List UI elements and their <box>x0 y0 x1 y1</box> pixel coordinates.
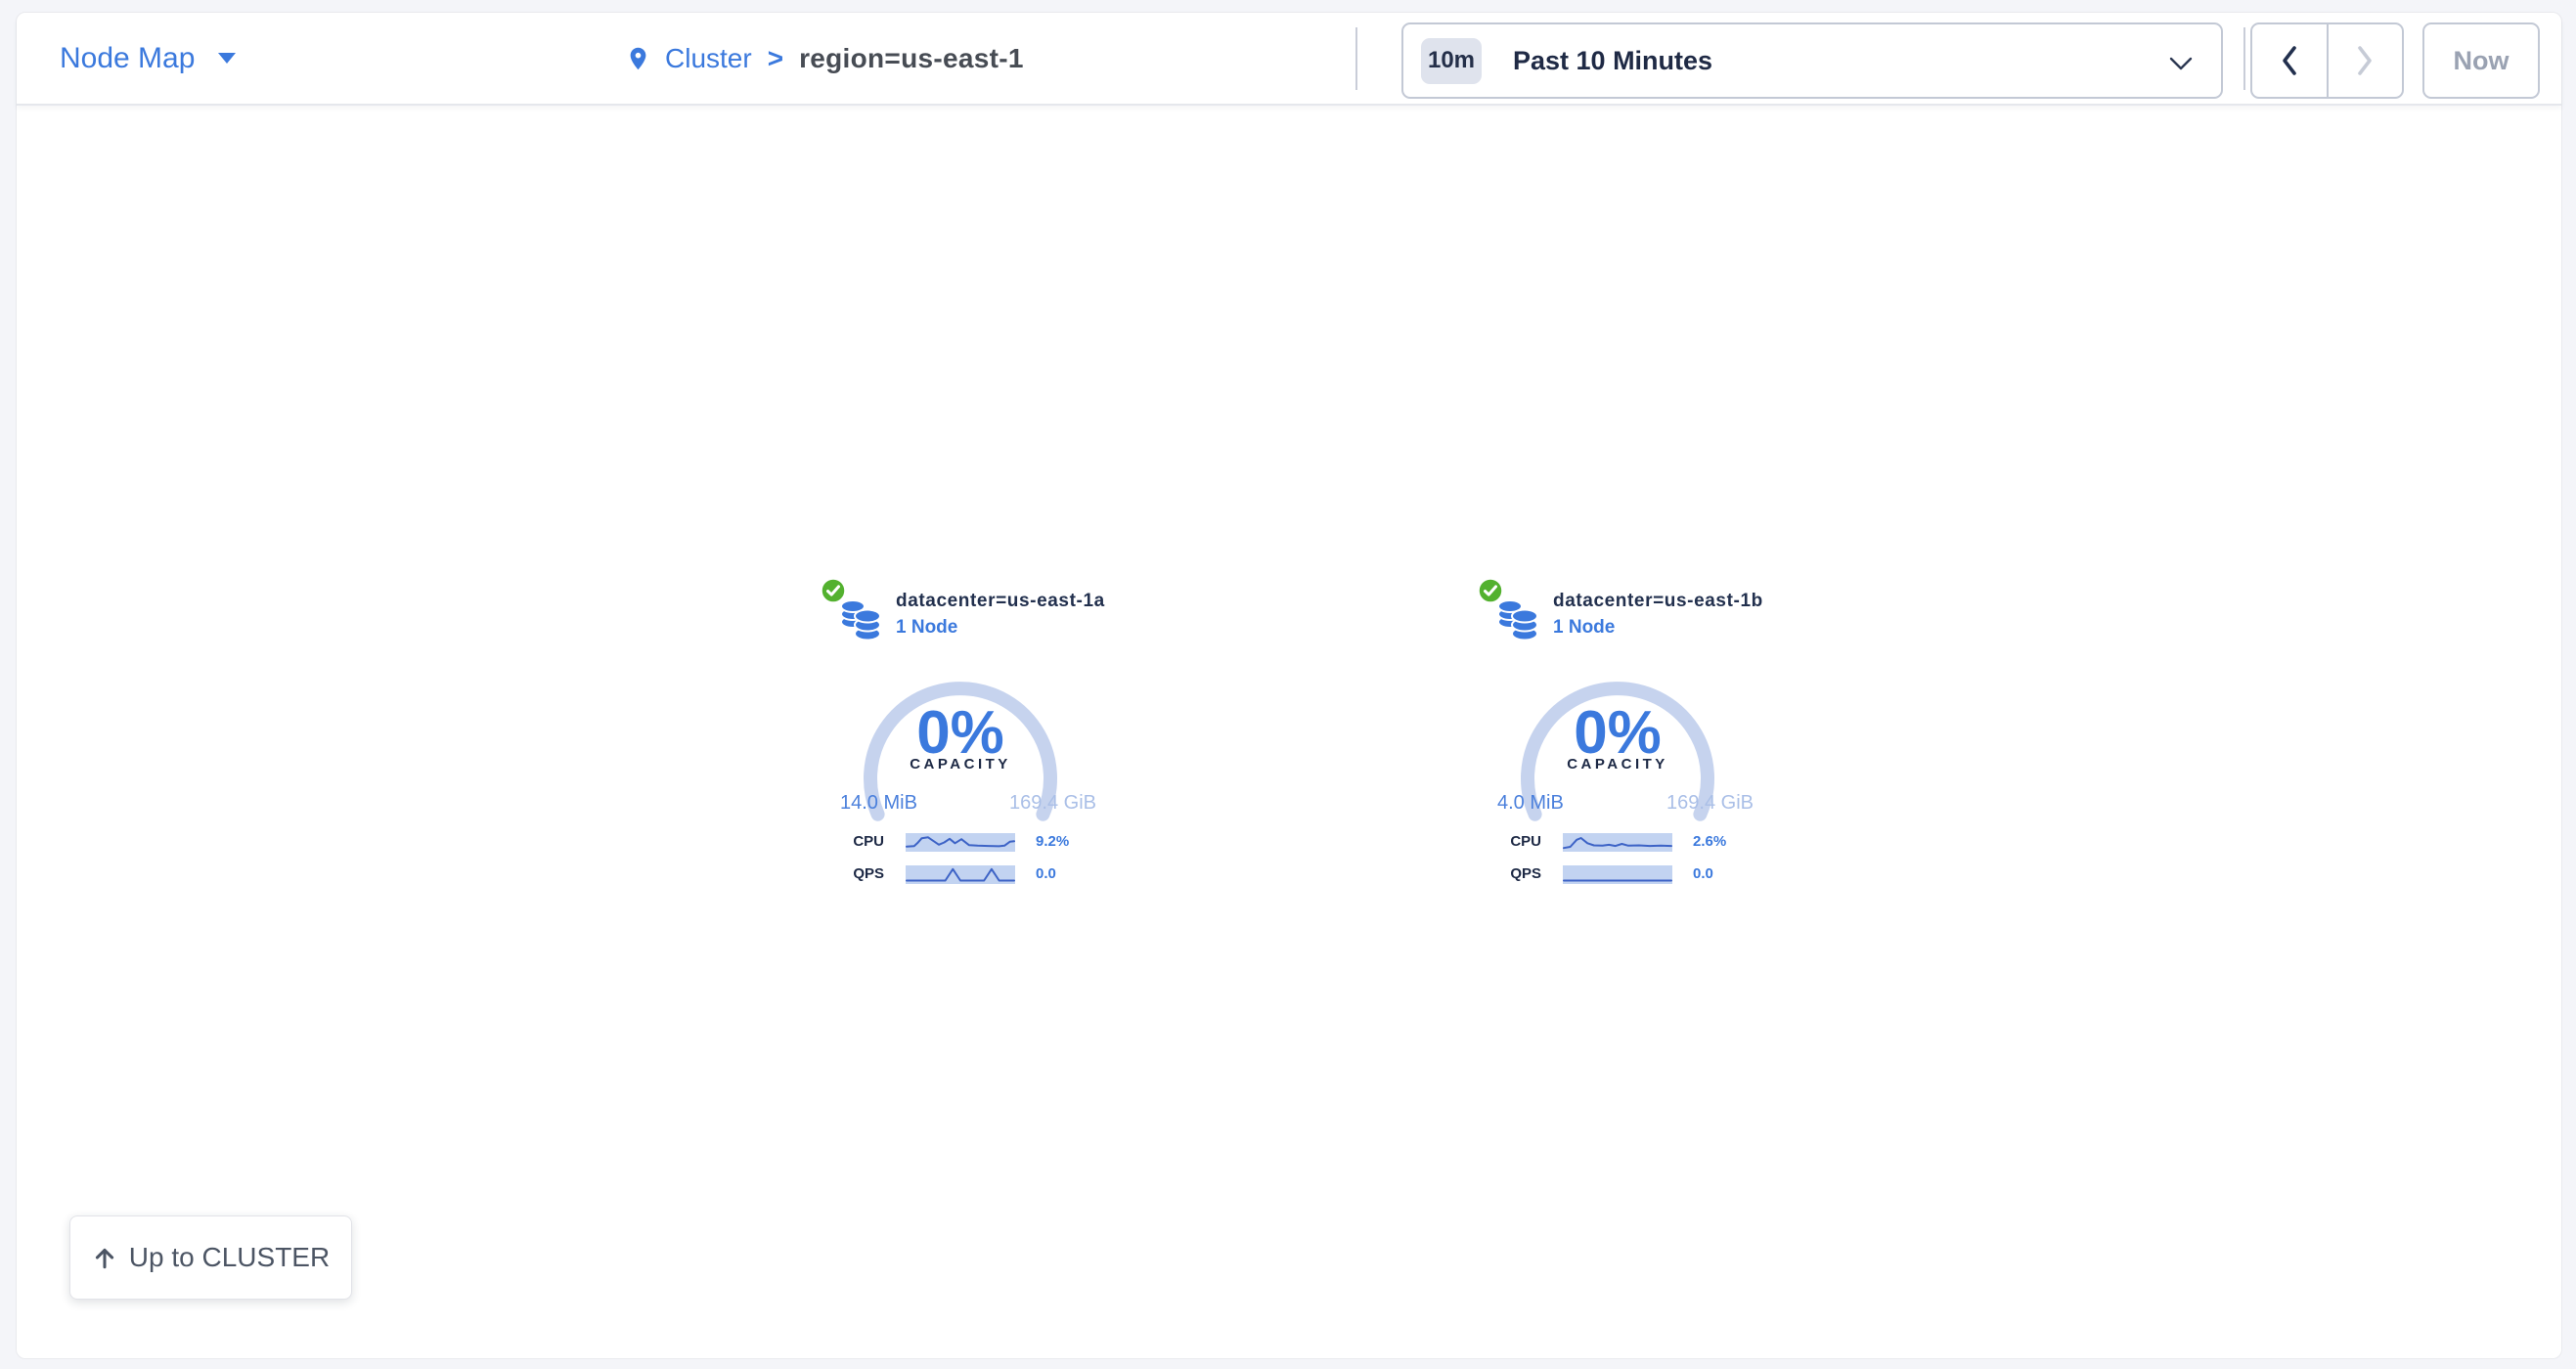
time-range-badge: 10m <box>1421 38 1482 84</box>
cpu-value: 2.6% <box>1693 832 1726 851</box>
capacity-values: 4.0 MiB 169.4 GiB <box>1497 792 1754 815</box>
up-to-cluster-label: Up to CLUSTER <box>129 1242 330 1273</box>
toolbar: Node Map Cluster > region=us-east-1 10m … <box>17 13 2561 106</box>
qps-value: 0.0 <box>1693 864 1713 883</box>
cpu-value: 9.2% <box>1036 832 1069 851</box>
time-next-button[interactable] <box>2327 24 2403 97</box>
breadcrumb: Cluster > region=us-east-1 <box>625 13 1024 104</box>
time-range-selector[interactable]: 10m Past 10 Minutes <box>1401 22 2223 99</box>
breadcrumb-cluster-link[interactable]: Cluster <box>665 43 752 74</box>
status-healthy-icon <box>1476 576 1505 605</box>
time-nav-group <box>2250 22 2404 99</box>
cpu-sparkline <box>906 833 1015 852</box>
header-divider <box>2243 27 2245 90</box>
view-selector-label: Node Map <box>60 42 195 75</box>
capacity-label: CAPACITY <box>813 756 1108 773</box>
chevron-right-icon <box>2354 44 2376 77</box>
cpu-label: CPU <box>813 832 884 851</box>
capacity-total: 169.4 GiB <box>1009 792 1096 815</box>
cpu-label: CPU <box>1470 832 1541 851</box>
capacity-label: CAPACITY <box>1470 756 1765 773</box>
capacity-total: 169.4 GiB <box>1666 792 1754 815</box>
qps-label: QPS <box>813 864 884 883</box>
capacity-percentage: 0% <box>1470 703 1765 764</box>
node-map-canvas <box>17 108 2561 1358</box>
qps-sparkline <box>906 865 1015 884</box>
now-button[interactable]: Now <box>2422 22 2540 99</box>
chevron-down-icon <box>2168 56 2194 71</box>
main-panel: Node Map Cluster > region=us-east-1 10m … <box>16 12 2562 1359</box>
location-pin-icon <box>625 42 651 75</box>
chevron-left-icon <box>2279 44 2300 77</box>
header-divider <box>1355 27 1357 90</box>
capacity-used: 4.0 MiB <box>1497 792 1564 815</box>
time-range-label: Past 10 Minutes <box>1513 46 1712 76</box>
qps-label: QPS <box>1470 864 1541 883</box>
caret-down-icon <box>218 53 236 64</box>
capacity-used: 14.0 MiB <box>840 792 917 815</box>
arrow-up-icon <box>92 1245 117 1270</box>
qps-sparkline <box>1563 865 1672 884</box>
capacity-values: 14.0 MiB 169.4 GiB <box>840 792 1096 815</box>
breadcrumb-separator: > <box>768 43 783 74</box>
capacity-percentage: 0% <box>813 703 1108 764</box>
view-selector-dropdown[interactable]: Node Map <box>60 13 236 104</box>
breadcrumb-current: region=us-east-1 <box>799 43 1024 74</box>
datacenter-card[interactable]: datacenter=us-east-1a 1 Node 0% CAPACITY… <box>813 573 1165 896</box>
qps-value: 0.0 <box>1036 864 1056 883</box>
status-healthy-icon <box>819 576 848 605</box>
datacenter-card[interactable]: datacenter=us-east-1b 1 Node 0% CAPACITY… <box>1470 573 1822 896</box>
time-prev-button[interactable] <box>2252 24 2327 97</box>
up-to-cluster-button[interactable]: Up to CLUSTER <box>69 1215 352 1300</box>
cpu-sparkline <box>1563 833 1672 852</box>
